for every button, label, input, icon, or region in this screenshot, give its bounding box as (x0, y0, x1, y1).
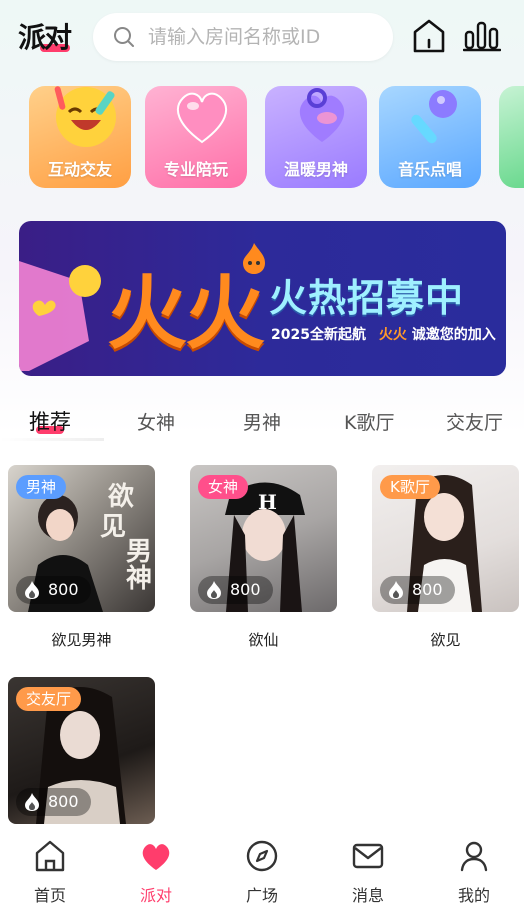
search-icon (114, 27, 134, 47)
svg-text:见: 见 (100, 512, 126, 542)
room-card[interactable]: 交友厅 800 (8, 677, 155, 824)
promo-banner[interactable]: 火火 火热招募中 2025全新起航 火火 诚邀您的加入 (19, 221, 506, 376)
tab-divider (0, 438, 104, 441)
nav-mine[interactable]: 我的 (439, 838, 509, 904)
category-more[interactable] (499, 86, 524, 188)
heat-count: 800 (380, 576, 455, 604)
tab-bar: 推荐 女神 男神 K歌厅 交友厅 (0, 402, 524, 446)
category-label: 专业陪玩 (163, 160, 228, 179)
room-badge: K歌厅 (380, 475, 440, 499)
heat-value: 800 (412, 580, 443, 599)
room-cover-image: K歌厅 800 (372, 465, 519, 612)
microphone-icon (411, 90, 457, 144)
room-name: 欲仙 (248, 631, 279, 649)
tab-karaoke[interactable]: K歌厅 (344, 408, 394, 435)
banner-sub-highlight: 火火 (378, 327, 407, 343)
category-interactive-friends[interactable]: 互动交友 (29, 86, 131, 188)
heat-count: 800 (16, 788, 91, 816)
nav-party[interactable]: 派对 (121, 838, 191, 904)
heat-count: 800 (198, 576, 273, 604)
search-input[interactable] (148, 23, 378, 51)
banner-big-text: 火火 (107, 267, 265, 360)
svg-text:神: 神 (126, 564, 152, 594)
room-card[interactable]: H 女神 800 欲仙 (190, 465, 337, 650)
bottom-nav: 首页 派对 广场 消息 我的 (0, 832, 524, 904)
nav-home[interactable]: 首页 (15, 838, 85, 904)
fire-icon (207, 581, 221, 599)
user-icon (460, 841, 488, 872)
banner-title: 火热招募中 (269, 276, 465, 320)
category-music-request[interactable]: 音乐点唱 (379, 86, 481, 188)
category-label: 温暖男神 (283, 160, 348, 179)
fire-icon (389, 581, 403, 599)
room-cover-image: H 女神 800 (190, 465, 337, 612)
nav-label: 首页 (33, 886, 66, 904)
heat-value: 800 (230, 580, 261, 599)
logo-text: 派对 (18, 21, 72, 54)
compass-icon (246, 840, 278, 872)
room-name: 欲见男神 (51, 631, 112, 649)
svg-text:欲: 欲 (107, 482, 134, 512)
room-badge: 女神 (198, 475, 249, 499)
tab-goddess[interactable]: 女神 (137, 408, 175, 435)
heat-value: 800 (48, 792, 79, 811)
search-bar[interactable] (93, 13, 393, 61)
category-warm-gods[interactable]: 温暖男神 (265, 86, 367, 188)
heart-icon (177, 92, 227, 144)
banner-sub-prefix: 2025全新起航 (271, 327, 366, 343)
fire-icon (25, 581, 39, 599)
room-home-icon[interactable] (412, 18, 446, 54)
app-logo: 派对 (18, 16, 74, 54)
room-badge: 男神 (16, 475, 67, 499)
room-card[interactable]: K歌厅 800 欲见 (372, 465, 519, 650)
room-cover-image: 欲 见 男 神 男神 800 (8, 465, 155, 612)
fire-icon (25, 793, 39, 811)
heart-icon (142, 844, 170, 870)
nav-label: 派对 (139, 886, 172, 904)
room-cover-image: 交友厅 800 (8, 677, 155, 824)
category-row: 互动交友 专业陪玩 温暖男神 音乐点唱 (0, 82, 524, 192)
banner-sub-suffix: 诚邀您的加入 (411, 327, 496, 343)
nav-label: 广场 (245, 886, 278, 904)
nav-label: 消息 (351, 886, 384, 904)
room-badge: 交友厅 (16, 687, 82, 711)
nav-label: 我的 (457, 886, 490, 904)
svg-text:男: 男 (126, 537, 152, 567)
microphone-hand-icon (19, 261, 101, 371)
header: 派对 (0, 0, 524, 74)
tab-recommend[interactable]: 推荐 (29, 406, 71, 436)
room-card[interactable]: 欲 见 男 神 男神 800 欲见男神 (8, 465, 155, 650)
ranking-icon[interactable] (463, 20, 501, 52)
mail-icon (352, 843, 384, 869)
home-icon (35, 840, 65, 872)
heart-lock-icon (299, 88, 345, 142)
category-pro-companion[interactable]: 专业陪玩 (145, 86, 247, 188)
tab-friends-hall[interactable]: 交友厅 (446, 408, 503, 435)
room-name: 欲见 (430, 631, 461, 649)
tab-god[interactable]: 男神 (243, 408, 281, 435)
heat-count: 800 (16, 576, 91, 604)
nav-plaza[interactable]: 广场 (227, 838, 297, 904)
banner-subtitle: 2025全新起航 火火 诚邀您的加入 (271, 324, 496, 344)
category-label: 互动交友 (47, 160, 112, 179)
laughing-emoji-icon (54, 86, 116, 147)
nav-messages[interactable]: 消息 (333, 838, 403, 904)
heat-value: 800 (48, 580, 79, 599)
category-label: 音乐点唱 (397, 160, 462, 179)
